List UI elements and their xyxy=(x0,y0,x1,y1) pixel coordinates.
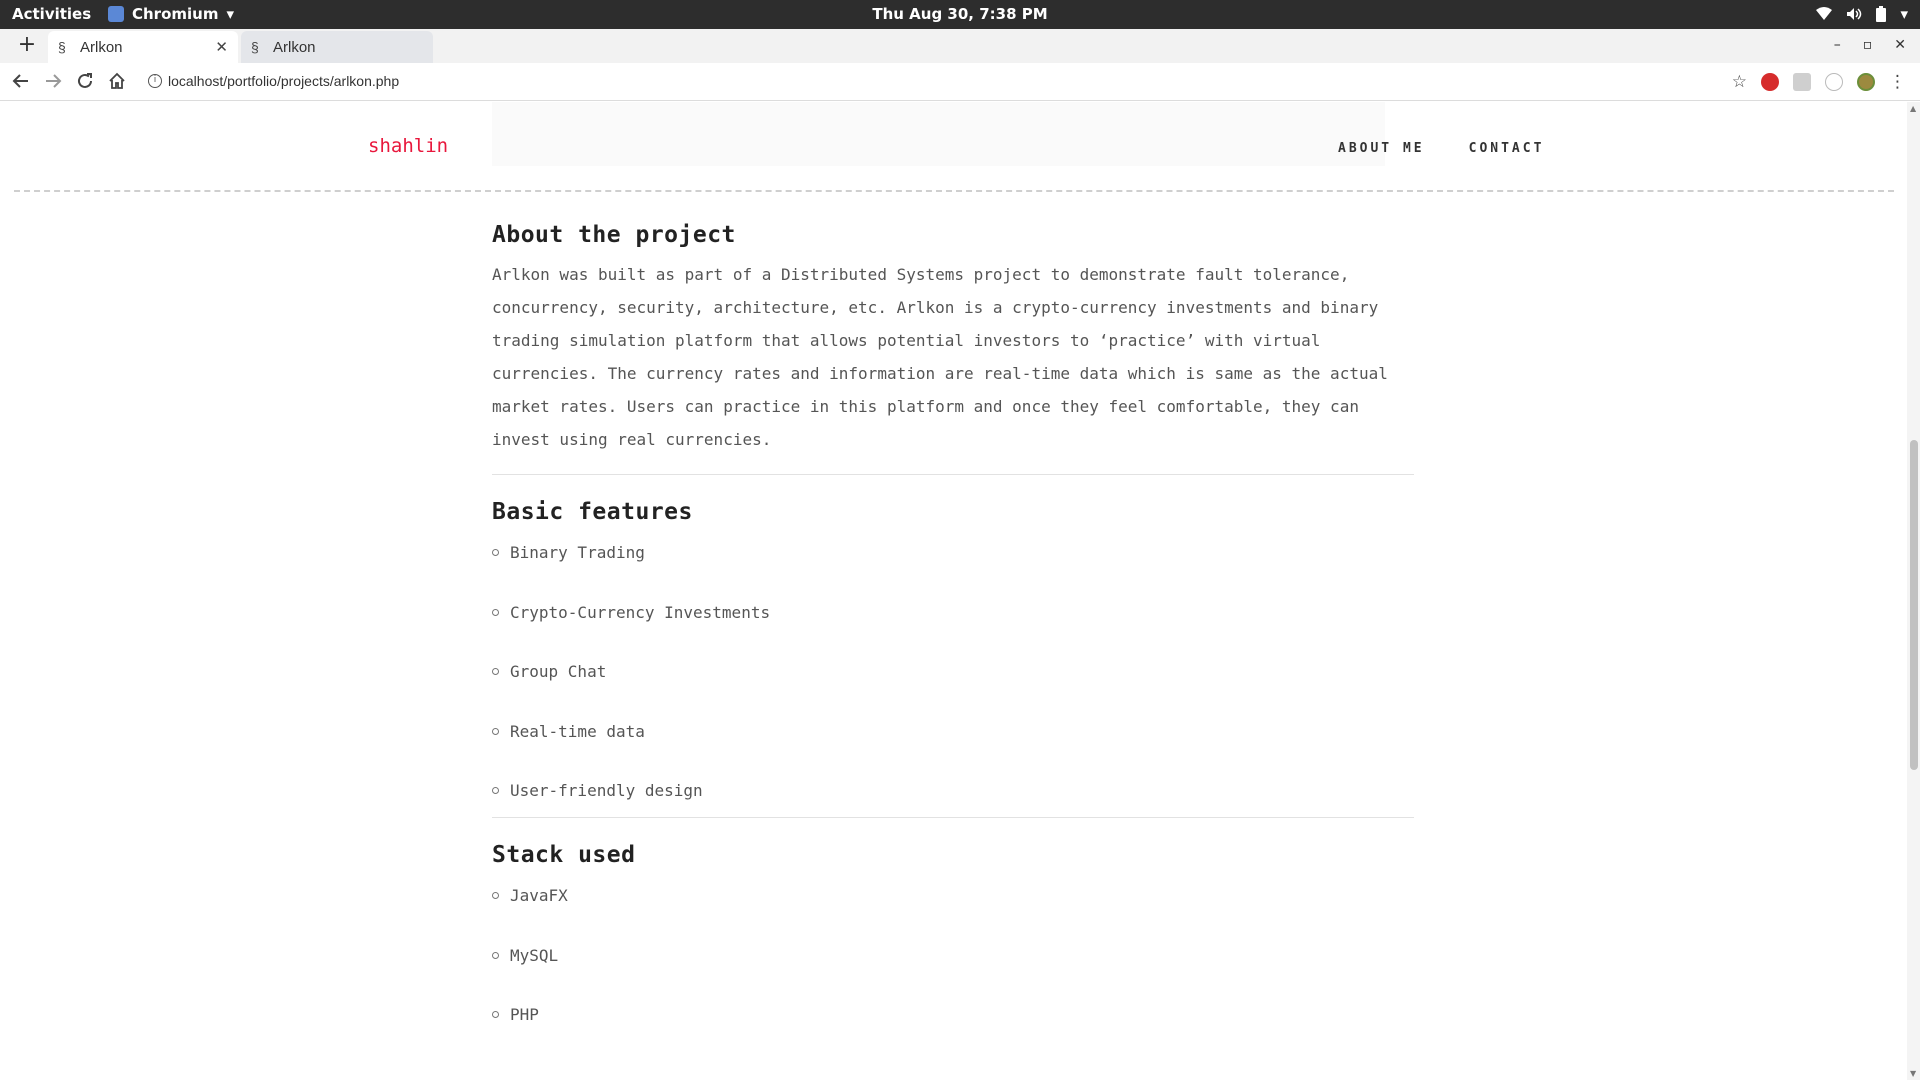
favicon-icon: § xyxy=(251,39,259,55)
new-tab-button[interactable]: + xyxy=(16,34,38,56)
activities-button[interactable]: Activities xyxy=(12,5,91,23)
browser-toolbar: i localhost/portfolio/projects/arlkon.ph… xyxy=(0,63,1920,101)
about-heading: About the project xyxy=(492,222,736,248)
site-logo[interactable]: shahlin xyxy=(368,135,448,157)
app-menu-label: Chromium xyxy=(132,5,219,23)
nav-about-me[interactable]: ABOUT ME xyxy=(1338,141,1425,156)
maximize-icon[interactable]: ▫ xyxy=(1863,37,1873,53)
list-item: User-friendly design xyxy=(492,781,1414,817)
menu-kebab-icon[interactable]: ⋮ xyxy=(1889,72,1906,92)
section-divider xyxy=(492,474,1414,475)
list-item: Crypto-Currency Investments xyxy=(492,603,1414,663)
list-item: MySQL xyxy=(492,946,1414,1006)
tab-title: Arlkon xyxy=(80,38,123,56)
minimize-icon[interactable]: – xyxy=(1834,37,1841,53)
features-heading: Basic features xyxy=(492,499,693,525)
profile-avatar[interactable] xyxy=(1857,73,1875,91)
web-page: shahlin ABOUT ME CONTACT About the proje… xyxy=(0,102,1907,1080)
close-window-icon[interactable]: ✕ xyxy=(1894,37,1906,53)
reload-icon[interactable] xyxy=(76,72,96,92)
forward-arrow-icon[interactable] xyxy=(44,72,64,92)
list-item: PHP xyxy=(492,1005,1414,1065)
system-top-bar: Activities Chromium ▾ Thu Aug 30, 7:38 P… xyxy=(0,0,1920,29)
chromium-app-icon xyxy=(108,6,124,22)
scrollbar-thumb[interactable] xyxy=(1910,440,1918,770)
favicon-icon: § xyxy=(58,39,66,55)
wifi-icon xyxy=(1816,7,1833,21)
list-item: JavaFX xyxy=(492,886,1414,946)
adblock-icon[interactable] xyxy=(1761,73,1779,91)
extension-circle-icon[interactable] xyxy=(1825,73,1843,91)
battery-icon xyxy=(1876,6,1887,22)
header-backdrop xyxy=(492,102,1385,166)
site-header: shahlin ABOUT ME CONTACT xyxy=(0,102,1907,192)
list-item: Binary Trading xyxy=(492,543,1414,603)
address-bar[interactable]: localhost/portfolio/projects/arlkon.php xyxy=(168,73,399,89)
close-icon[interactable]: ✕ xyxy=(215,38,228,56)
system-tray[interactable]: ▾ xyxy=(1816,5,1908,23)
back-arrow-icon[interactable] xyxy=(12,72,32,92)
app-menu[interactable]: Chromium ▾ xyxy=(108,5,234,23)
extensions-area: ☆ ⋮ xyxy=(1732,72,1906,92)
section-divider xyxy=(492,817,1414,818)
chevron-down-icon: ▾ xyxy=(226,5,235,23)
stack-heading: Stack used xyxy=(492,842,636,868)
clock[interactable]: Thu Aug 30, 7:38 PM xyxy=(0,5,1920,23)
volume-icon xyxy=(1846,7,1862,21)
tab-title: Arlkon xyxy=(273,38,316,56)
page-scrollbar[interactable]: ▲ ▼ xyxy=(1907,102,1920,1080)
chevron-down-icon: ▾ xyxy=(1900,5,1908,23)
tab-strip: + § Arlkon ✕ § Arlkon – ▫ ✕ xyxy=(0,29,1920,63)
project-content: About the project Arlkon was built as pa… xyxy=(492,222,1414,1065)
site-nav: ABOUT ME CONTACT xyxy=(1338,141,1544,156)
extension-icon[interactable] xyxy=(1793,73,1811,91)
features-list: Binary Trading Crypto-Currency Investmen… xyxy=(492,543,1414,817)
site-info-icon[interactable]: i xyxy=(148,74,162,88)
nav-contact[interactable]: CONTACT xyxy=(1469,141,1545,156)
tab-arlkon[interactable]: § Arlkon xyxy=(241,31,433,63)
scroll-down-icon[interactable]: ▼ xyxy=(1910,1069,1916,1078)
stack-list: JavaFX MySQL PHP xyxy=(492,886,1414,1065)
home-icon[interactable] xyxy=(108,72,128,92)
tab-arlkon-active[interactable]: § Arlkon ✕ xyxy=(48,31,238,63)
list-item: Group Chat xyxy=(492,662,1414,722)
list-item: Real-time data xyxy=(492,722,1414,782)
window-controls: – ▫ ✕ xyxy=(1834,37,1906,53)
header-divider xyxy=(14,190,1894,192)
scroll-up-icon[interactable]: ▲ xyxy=(1910,104,1916,113)
about-body: Arlkon was built as part of a Distribute… xyxy=(492,265,1388,449)
bookmark-star-icon[interactable]: ☆ xyxy=(1732,72,1747,92)
